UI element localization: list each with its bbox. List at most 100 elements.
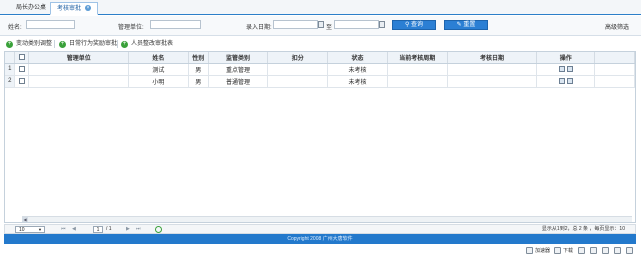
- date-to-input[interactable]: [334, 20, 379, 29]
- cell-category: 重点管理: [208, 63, 269, 76]
- add-icon: +: [6, 41, 13, 48]
- cell-name: 小明: [128, 75, 189, 88]
- category-adjust-button[interactable]: + 变动类别调整: [6, 39, 52, 49]
- column-header[interactable]: 姓名: [128, 52, 189, 64]
- button-label: 日常行为奖励审批: [69, 41, 118, 47]
- cell-score: [267, 75, 329, 88]
- column-header[interactable]: 性别: [188, 52, 209, 64]
- filler-cell: [594, 63, 635, 76]
- copyright-footer: Copyright 2008 广州大唐软件: [4, 234, 636, 244]
- add-icon: +: [59, 41, 66, 48]
- view-icon[interactable]: [558, 77, 565, 84]
- edit-icon[interactable]: [566, 65, 573, 72]
- filler-header: [594, 52, 635, 64]
- row-number: 2: [5, 75, 16, 88]
- row-select-cell[interactable]: [14, 63, 30, 76]
- toolbar-divider: [54, 40, 55, 48]
- button-label: 人员整改审批表: [131, 41, 174, 47]
- table-row[interactable]: 2 小明 男 普通管理 未考核: [5, 75, 635, 88]
- date-separator: 至: [326, 25, 333, 31]
- button-label: 变动类别调整: [16, 41, 53, 47]
- name-input[interactable]: [26, 20, 75, 29]
- data-grid: 管理单位 姓名 性别 监管类别 扣分 状态 当前考核周期 考核日期 操作 1 测…: [4, 51, 636, 223]
- select-all-header[interactable]: [14, 52, 30, 64]
- column-header[interactable]: 考核日期: [447, 52, 538, 64]
- scroll-left-icon[interactable]: ◀: [22, 217, 28, 222]
- cell-period: [387, 63, 448, 76]
- unit-input[interactable]: [150, 20, 201, 29]
- cell-gender: 男: [188, 75, 209, 88]
- column-header[interactable]: 当前考核周期: [387, 52, 448, 64]
- table-row[interactable]: 1 测试 男 重点管理 未考核: [5, 63, 635, 76]
- column-header[interactable]: 操作: [536, 52, 596, 64]
- cell-period: [387, 75, 448, 88]
- tab-bar: 局长办公桌 考核审批 ×: [0, 0, 641, 15]
- grid-header-row: 管理单位 姓名 性别 监管类别 扣分 状态 当前考核周期 考核日期 操作: [5, 52, 635, 64]
- next-page-icon[interactable]: ▶: [126, 226, 130, 233]
- page-number-input[interactable]: 1: [93, 226, 103, 233]
- zoom-icon[interactable]: [614, 247, 621, 254]
- row-checkbox[interactable]: [18, 77, 25, 84]
- sound-icon[interactable]: [602, 247, 609, 254]
- refresh-icon[interactable]: [155, 226, 162, 233]
- select-all-checkbox[interactable]: [18, 53, 25, 60]
- cell-actions: [536, 63, 596, 76]
- calendar-icon[interactable]: [318, 21, 324, 28]
- row-select-cell[interactable]: [14, 75, 30, 88]
- download-icon[interactable]: [554, 247, 561, 254]
- column-header[interactable]: 管理单位: [28, 52, 129, 64]
- download-label[interactable]: 下载: [563, 248, 573, 254]
- tab-assessment-approval[interactable]: 考核审批 ×: [50, 2, 99, 15]
- pagination-bar: 10 ▼ ⏮ ◀ 1 / 1 ▶ ⏭ 显示从1到2，总 2 条 ，每页显示：10: [4, 224, 636, 234]
- cell-name: 测试: [128, 63, 189, 76]
- date-from-input[interactable]: [273, 20, 318, 29]
- edit-icon[interactable]: [566, 77, 573, 84]
- reset-button[interactable]: ✎ 重置: [444, 20, 488, 30]
- cell-date: [447, 63, 538, 76]
- column-header[interactable]: 状态: [327, 52, 388, 64]
- prev-page-icon[interactable]: ◀: [72, 226, 76, 233]
- menu-icon[interactable]: [626, 247, 633, 254]
- column-header[interactable]: 扣分: [267, 52, 329, 64]
- last-page-icon[interactable]: ⏭: [136, 226, 141, 233]
- cell-score: [267, 63, 329, 76]
- horizontal-scrollbar[interactable]: ◀: [22, 216, 632, 222]
- close-icon[interactable]: ×: [85, 5, 92, 12]
- tab-director-desk[interactable]: 局长办公桌: [10, 2, 52, 15]
- tab-label: 考核审批: [57, 6, 82, 12]
- rectification-approval-button[interactable]: + 人员整改审批表: [121, 39, 173, 49]
- name-label: 姓名:: [8, 25, 22, 31]
- accelerator-icon[interactable]: [526, 247, 533, 254]
- settings-icon[interactable]: [578, 247, 585, 254]
- browser-status-bar: 加速器 下载: [0, 244, 641, 258]
- daily-reward-approval-button[interactable]: + 日常行为奖励审批: [59, 39, 117, 49]
- advanced-filter-link[interactable]: 高级筛选: [605, 22, 629, 31]
- query-button[interactable]: ⚲ 查询: [392, 20, 436, 30]
- toolbar-divider: [117, 40, 118, 48]
- chevron-down-icon: ▼: [38, 227, 42, 232]
- cell-unit: [28, 63, 129, 76]
- cell-date: [447, 75, 538, 88]
- page-total: / 1: [106, 226, 112, 232]
- view-icon[interactable]: [558, 65, 565, 72]
- filler-cell: [594, 75, 635, 88]
- column-header[interactable]: 监管类别: [208, 52, 269, 64]
- shield-icon[interactable]: [590, 247, 597, 254]
- first-page-icon[interactable]: ⏮: [61, 226, 66, 233]
- row-number-header: [5, 52, 16, 64]
- calendar-icon[interactable]: [379, 21, 385, 28]
- cell-category: 普通管理: [208, 75, 269, 88]
- page-size-select[interactable]: 10 ▼: [15, 226, 45, 233]
- pagination-info: 显示从1到2，总 2 条 ，每页显示：10: [541, 226, 625, 232]
- cell-status: 未考核: [327, 75, 388, 88]
- search-panel: 姓名: 管理单位: 录入日期: 至 ⚲ 查询 ✎ 重置 高级筛选: [0, 16, 641, 36]
- row-number: 1: [5, 63, 16, 76]
- tab-label: 局长办公桌: [16, 5, 47, 11]
- accelerator-label[interactable]: 加速器: [535, 248, 550, 254]
- query-button-label: 查询: [411, 22, 424, 28]
- row-checkbox[interactable]: [18, 65, 25, 72]
- date-label: 录入日期:: [246, 25, 272, 31]
- cell-actions: [536, 75, 596, 88]
- add-icon: +: [121, 41, 128, 48]
- cell-status: 未考核: [327, 63, 388, 76]
